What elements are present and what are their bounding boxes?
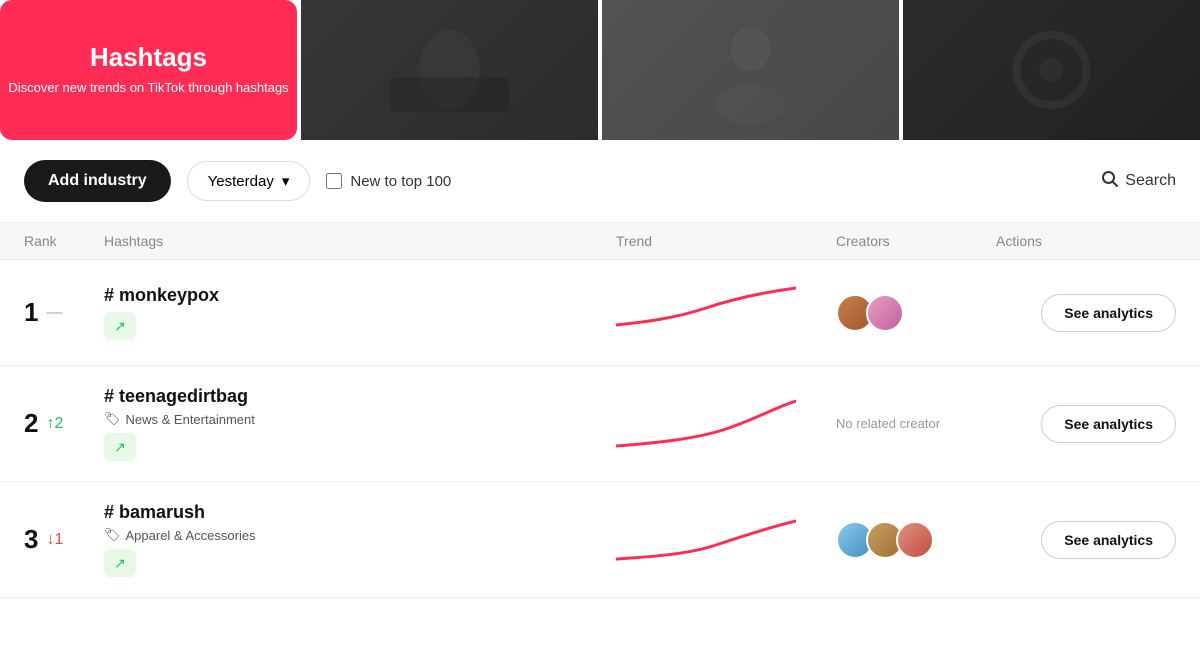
actions-cell-1: See analytics bbox=[996, 294, 1176, 332]
trend-up-icon: ↗ bbox=[114, 318, 126, 335]
trend-up-icon: ↗ bbox=[114, 439, 126, 456]
search-label: Search bbox=[1125, 172, 1176, 190]
category-label: Apparel & Accessories bbox=[126, 528, 256, 543]
creators-cell-3 bbox=[836, 521, 996, 559]
table-row: 2 ↑2 # teenagedirtbag 🏷 News & Entertain… bbox=[0, 366, 1200, 482]
rank-change: ↑2 bbox=[46, 415, 63, 433]
trend-badge: ↗ bbox=[104, 312, 136, 340]
col-header-creators: Creators bbox=[836, 233, 996, 249]
tag-icon: 🏷 bbox=[104, 411, 121, 427]
hashtags-tile-title: Hashtags bbox=[90, 42, 207, 73]
add-industry-button[interactable]: Add industry bbox=[24, 160, 171, 202]
table-header: Rank Hashtags Trend Creators Actions bbox=[0, 222, 1200, 260]
rank-number: 1 bbox=[24, 297, 38, 328]
top-navigation: Hashtags Discover new trends on TikTok t… bbox=[0, 0, 1200, 140]
nav-tile-songs[interactable]: Songs bbox=[301, 0, 598, 140]
trend-cell-2 bbox=[616, 391, 836, 456]
see-analytics-button[interactable]: See analytics bbox=[1041, 521, 1176, 559]
creators-cell-2: No related creator bbox=[836, 416, 996, 431]
new-to-top-100-filter[interactable]: New to top 100 bbox=[326, 173, 451, 190]
hashtag-cell-2: # teenagedirtbag 🏷 News & Entertainment … bbox=[104, 386, 616, 461]
date-dropdown-label: Yesterday bbox=[208, 173, 274, 190]
hashtag-cell-3: # bamarush 🏷 Apparel & Accessories ↗ bbox=[104, 502, 616, 577]
search-button[interactable]: Search bbox=[1101, 170, 1176, 193]
trend-up-icon: ↗ bbox=[114, 555, 126, 572]
col-header-trend: Trend bbox=[616, 233, 836, 249]
avatar bbox=[866, 294, 904, 332]
hashtag-cell-1: # monkeypox ↗ bbox=[104, 285, 616, 340]
date-dropdown[interactable]: Yesterday ▾ bbox=[187, 161, 311, 201]
hashtag-category: 🏷 Apparel & Accessories bbox=[104, 527, 616, 543]
new-to-top-100-checkbox[interactable] bbox=[326, 173, 342, 189]
rank-number: 2 bbox=[24, 408, 38, 439]
category-label: News & Entertainment bbox=[126, 412, 255, 427]
avatar bbox=[896, 521, 934, 559]
table-body: 1 — # monkeypox ↗ See analytics 2 bbox=[0, 260, 1200, 598]
trend-cell-1 bbox=[616, 280, 836, 345]
hashtag-name: # monkeypox bbox=[104, 285, 616, 306]
col-header-actions: Actions bbox=[996, 233, 1176, 249]
trend-cell-3 bbox=[616, 507, 836, 572]
rank-cell-1: 1 — bbox=[24, 297, 104, 328]
nav-tile-hashtags[interactable]: Hashtags Discover new trends on TikTok t… bbox=[0, 0, 297, 140]
actions-cell-2: See analytics bbox=[996, 405, 1176, 443]
avatar-stack bbox=[836, 521, 934, 559]
avatar-stack bbox=[836, 294, 904, 332]
see-analytics-button[interactable]: See analytics bbox=[1041, 405, 1176, 443]
rank-cell-2: 2 ↑2 bbox=[24, 408, 104, 439]
rank-change: — bbox=[46, 304, 62, 322]
creators-cell-1 bbox=[836, 294, 996, 332]
hashtag-name: # teenagedirtbag bbox=[104, 386, 616, 407]
search-icon bbox=[1101, 170, 1119, 193]
rank-change: ↓1 bbox=[46, 531, 63, 549]
trend-badge: ↗ bbox=[104, 549, 136, 577]
no-creator-text: No related creator bbox=[836, 416, 940, 431]
table-row: 3 ↓1 # bamarush 🏷 Apparel & Accessories … bbox=[0, 482, 1200, 598]
toolbar: Add industry Yesterday ▾ New to top 100 … bbox=[0, 140, 1200, 222]
checkbox-label-text: New to top 100 bbox=[350, 173, 451, 190]
nav-tile-creators[interactable]: Creators bbox=[602, 0, 899, 140]
nav-tile-tiktok-videos[interactable]: TikTok Videos bbox=[903, 0, 1200, 140]
hashtag-name: # bamarush bbox=[104, 502, 616, 523]
rank-cell-3: 3 ↓1 bbox=[24, 524, 104, 555]
actions-cell-3: See analytics bbox=[996, 521, 1176, 559]
see-analytics-button[interactable]: See analytics bbox=[1041, 294, 1176, 332]
trend-badge: ↗ bbox=[104, 433, 136, 461]
hashtags-tile-subtitle: Discover new trends on TikTok through ha… bbox=[8, 79, 288, 97]
chevron-down-icon: ▾ bbox=[282, 172, 290, 190]
rank-number: 3 bbox=[24, 524, 38, 555]
col-header-rank: Rank bbox=[24, 233, 104, 249]
tag-icon: 🏷 bbox=[104, 527, 121, 543]
col-header-hashtags: Hashtags bbox=[104, 233, 616, 249]
hashtag-category: 🏷 News & Entertainment bbox=[104, 411, 616, 427]
table-row: 1 — # monkeypox ↗ See analytics bbox=[0, 260, 1200, 366]
